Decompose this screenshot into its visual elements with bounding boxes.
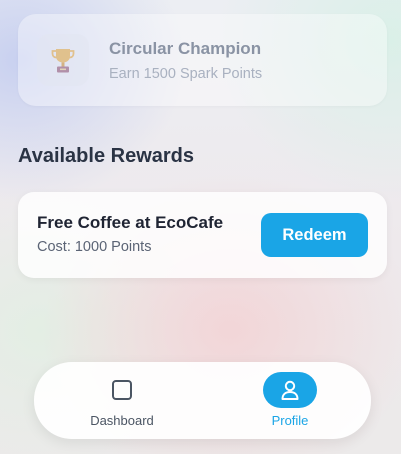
achievement-title: Circular Champion: [109, 39, 262, 58]
nav-icon-container: [102, 372, 142, 408]
reward-cost: Cost: 1000 Points: [37, 239, 152, 255]
achievement-icon-box: [37, 34, 89, 86]
reward-title: Free Coffee at EcoCafe: [37, 213, 224, 232]
nav-item-dashboard[interactable]: Dashboard: [74, 362, 170, 439]
user-icon: [281, 380, 299, 400]
nav-label-dashboard: Dashboard: [90, 413, 154, 428]
square-icon: [112, 380, 132, 400]
achievement-subtitle: Earn 1500 Spark Points: [109, 66, 263, 82]
bottom-nav: Dashboard Profile: [34, 362, 371, 439]
trophy-icon: [51, 49, 75, 73]
section-title: Available Rewards: [18, 145, 195, 167]
reward-card: Free Coffee at EcoCafe Cost: 1000 Points…: [18, 192, 387, 278]
nav-label-profile: Profile: [271, 413, 309, 428]
achievement-card: Circular Champion Earn 1500 Spark Points: [18, 14, 387, 106]
redeem-button[interactable]: Redeem: [261, 213, 368, 257]
nav-item-profile[interactable]: Profile: [246, 362, 334, 439]
nav-icon-container-active: [263, 372, 317, 408]
